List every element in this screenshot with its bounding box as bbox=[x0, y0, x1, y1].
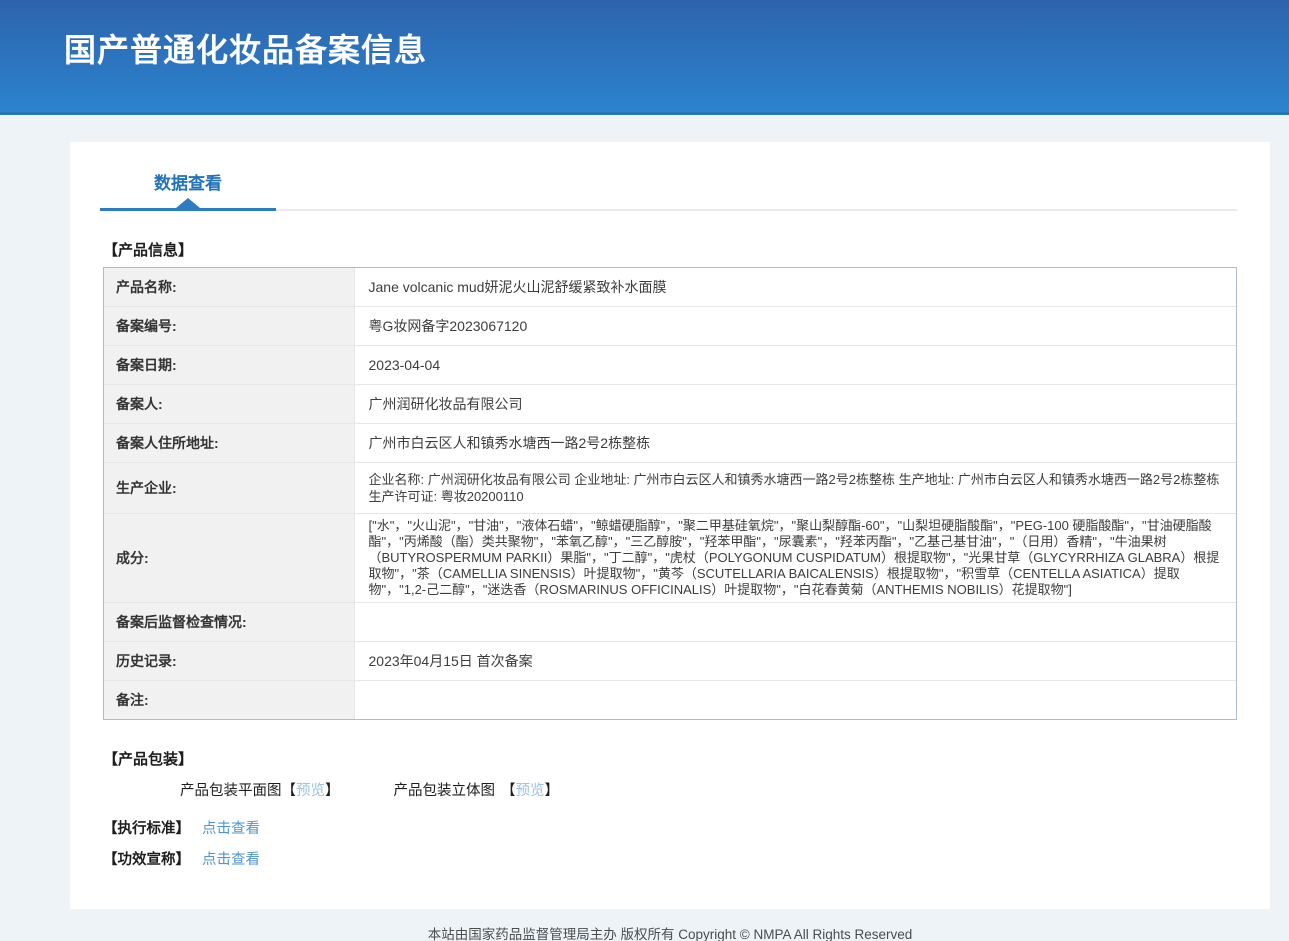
row-value: 广州市白云区人和镇秀水塘西一路2号2栋整栋 bbox=[354, 424, 1236, 463]
table-row: 生产企业: 企业名称: 广州润研化妆品有限公司 企业地址: 广州市白云区人和镇秀… bbox=[104, 463, 1236, 514]
product-info-table: 产品名称: Jane volcanic mud妍泥火山泥舒缓紧致补水面膜 备案编… bbox=[103, 267, 1237, 720]
section-title-product-package: 【产品包装】 bbox=[103, 748, 1237, 769]
table-row: 备案编号: 粤G妆网备字2023067120 bbox=[104, 307, 1236, 346]
tab-active-caret-icon bbox=[176, 198, 200, 208]
table-row: 产品名称: Jane volcanic mud妍泥火山泥舒缓紧致补水面膜 bbox=[104, 268, 1236, 307]
bracket-open: 【 bbox=[282, 783, 297, 799]
bracket-open: 【 bbox=[501, 783, 516, 799]
table-row: 历史记录: 2023年04月15日 首次备案 bbox=[104, 642, 1236, 681]
packaging-stereo-label: 产品包装立体图 bbox=[394, 783, 496, 799]
table-row: 备案日期: 2023-04-04 bbox=[104, 346, 1236, 385]
page-footer: 本站由国家药品监督管理局主办 版权所有 Copyright © NMPA All… bbox=[70, 923, 1270, 941]
page-header: 国产普通化妆品备案信息 bbox=[0, 0, 1289, 115]
tab-data-view-label: 数据查看 bbox=[154, 174, 222, 193]
packaging-stereo-item: 产品包装立体图【预览】 bbox=[394, 782, 560, 800]
efficacy-claim-line: 【功效宣称】点击查看 bbox=[103, 851, 1237, 869]
tab-bar: 数据查看 bbox=[100, 175, 1237, 211]
table-row: 备案后监督检查情况: bbox=[104, 603, 1236, 642]
row-label: 成分: bbox=[104, 514, 354, 603]
row-label: 产品名称: bbox=[104, 268, 354, 307]
row-label: 备案人: bbox=[104, 385, 354, 424]
row-value: Jane volcanic mud妍泥火山泥舒缓紧致补水面膜 bbox=[354, 268, 1236, 307]
packaging-flat-preview-link[interactable]: 预览 bbox=[296, 783, 325, 799]
row-label: 备案后监督检查情况: bbox=[104, 603, 354, 642]
packaging-row: 产品包装平面图【预览】 产品包装立体图【预览】 bbox=[180, 782, 1237, 800]
bracket-close: 】 bbox=[545, 783, 560, 799]
row-label: 备案编号: bbox=[104, 307, 354, 346]
exec-standard-line: 【执行标准】点击查看 bbox=[103, 820, 1237, 838]
table-row: 成分: ["水"，"火山泥"，"甘油"，"液体石蜡"，"鲸蜡硬脂醇"，"聚二甲基… bbox=[104, 514, 1236, 603]
packaging-flat-item: 产品包装平面图【预览】 bbox=[180, 782, 340, 800]
row-value: 企业名称: 广州润研化妆品有限公司 企业地址: 广州市白云区人和镇秀水塘西一路2… bbox=[354, 463, 1236, 514]
row-value: ["水"，"火山泥"，"甘油"，"液体石蜡"，"鲸蜡硬脂醇"，"聚二甲基硅氧烷"… bbox=[354, 514, 1236, 603]
packaging-stereo-preview-link[interactable]: 预览 bbox=[516, 783, 545, 799]
table-row: 备案人: 广州润研化妆品有限公司 bbox=[104, 385, 1236, 424]
bracket-close: 】 bbox=[325, 783, 340, 799]
efficacy-claim-view-link[interactable]: 点击查看 bbox=[202, 852, 260, 868]
tab-data-view[interactable]: 数据查看 bbox=[100, 175, 276, 211]
row-value: 2023-04-04 bbox=[354, 346, 1236, 385]
row-value bbox=[354, 603, 1236, 642]
content-card: 数据查看 【产品信息】 产品名称: Jane volcanic mud妍泥火山泥… bbox=[70, 142, 1270, 909]
section-title-efficacy-claim: 【功效宣称】 bbox=[103, 852, 190, 868]
section-title-exec-standard: 【执行标准】 bbox=[103, 821, 190, 837]
row-value: 2023年04月15日 首次备案 bbox=[354, 642, 1236, 681]
row-value bbox=[354, 681, 1236, 720]
row-value: 广州润研化妆品有限公司 bbox=[354, 385, 1236, 424]
table-row: 备注: bbox=[104, 681, 1236, 720]
packaging-flat-label: 产品包装平面图 bbox=[180, 783, 282, 799]
exec-standard-view-link[interactable]: 点击查看 bbox=[202, 821, 260, 837]
row-label: 备注: bbox=[104, 681, 354, 720]
row-label: 备案日期: bbox=[104, 346, 354, 385]
row-label: 备案人住所地址: bbox=[104, 424, 354, 463]
row-label: 历史记录: bbox=[104, 642, 354, 681]
table-row: 备案人住所地址: 广州市白云区人和镇秀水塘西一路2号2栋整栋 bbox=[104, 424, 1236, 463]
section-title-product-info: 【产品信息】 bbox=[103, 239, 1237, 260]
row-label: 生产企业: bbox=[104, 463, 354, 514]
row-value: 粤G妆网备字2023067120 bbox=[354, 307, 1236, 346]
page-title: 国产普通化妆品备案信息 bbox=[0, 0, 1289, 71]
